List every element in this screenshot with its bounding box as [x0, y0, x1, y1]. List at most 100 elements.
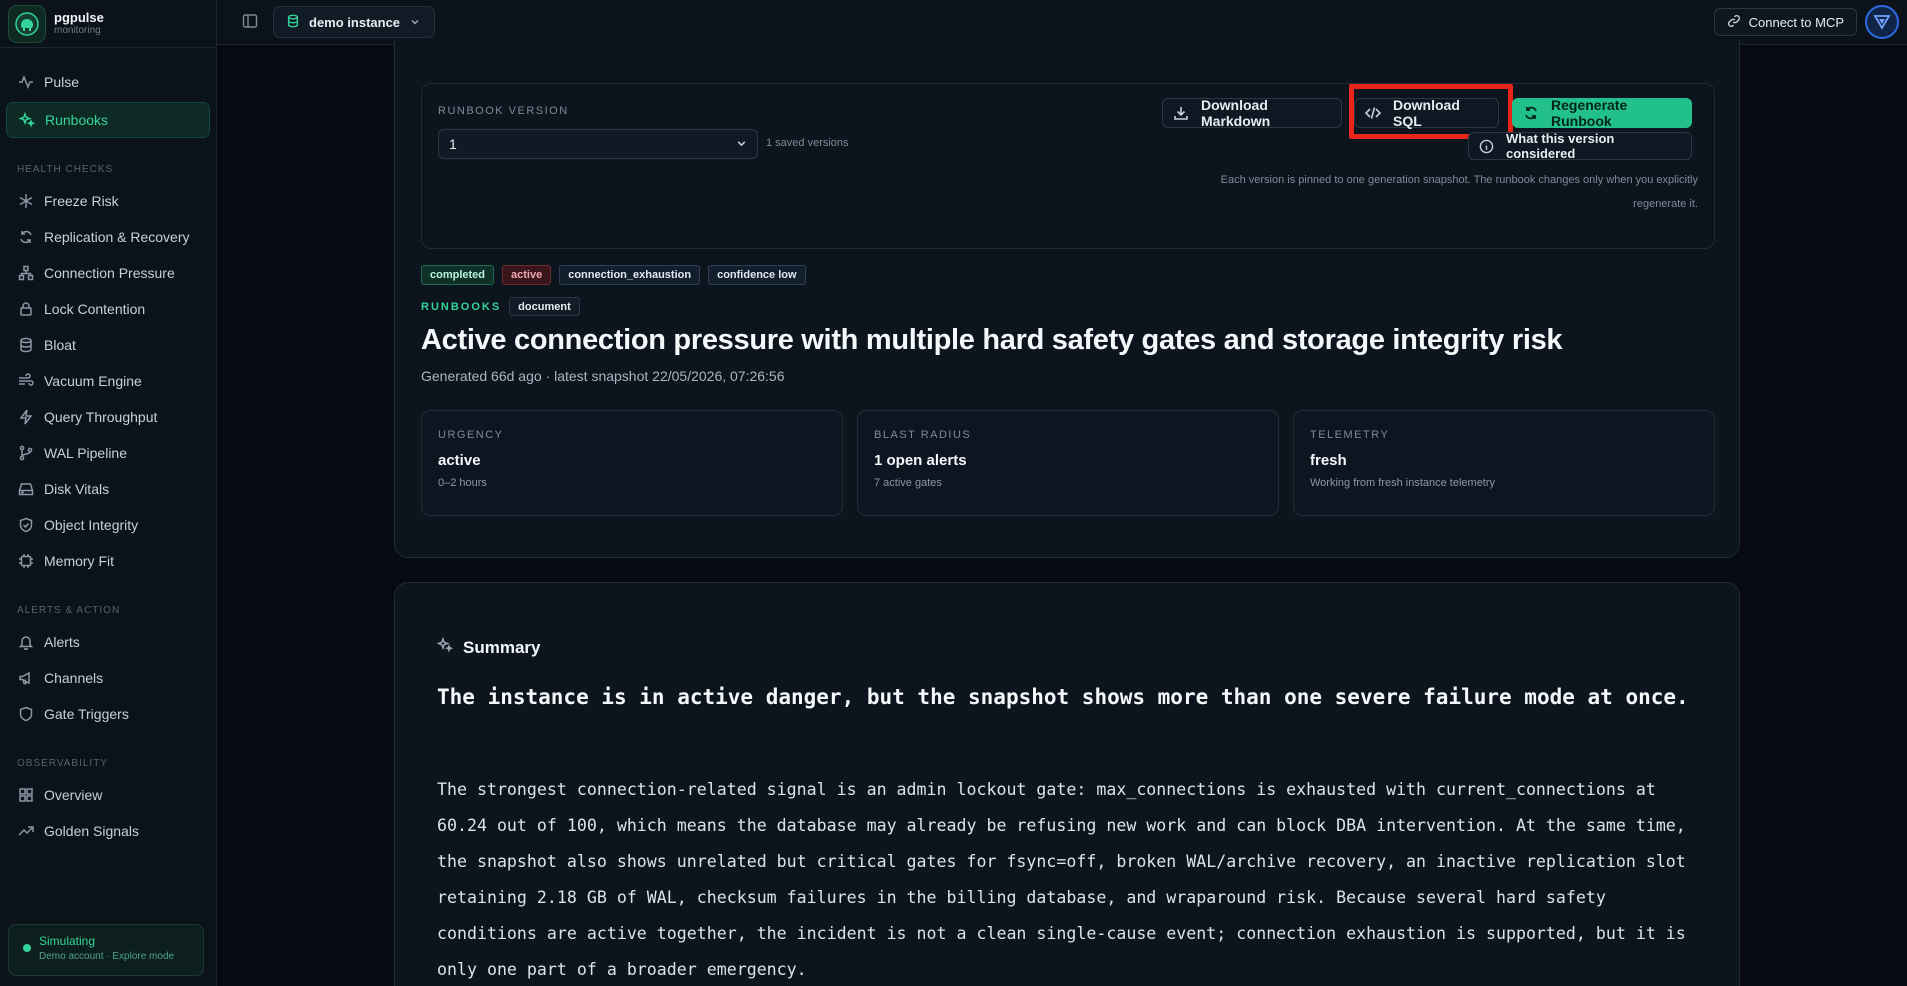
download-sql-highlight [1349, 84, 1513, 139]
simulating-status[interactable]: Simulating Demo account · Explore mode [8, 924, 204, 976]
elephant-logo-icon [8, 4, 46, 43]
sidebar-item-label: Runbooks [45, 112, 109, 128]
sidebar-item-label: Lock Contention [44, 301, 146, 317]
stat-value: fresh [1310, 452, 1347, 469]
sidebar-nav: Pulse Runbooks HEALTH CHECKS Freeze Risk… [0, 48, 216, 849]
sidebar-item-freeze-risk[interactable]: Freeze Risk [6, 183, 210, 219]
breadcrumb-section[interactable]: RUNBOOKS [421, 301, 501, 313]
sidebar-item-pulse[interactable]: Pulse [6, 64, 210, 100]
topbar: demo instance Connect to MCP [217, 0, 1907, 45]
sidebar-toggle-icon[interactable] [242, 13, 258, 29]
sidebar-item-label: Freeze Risk [44, 193, 119, 209]
sidebar-item-label: Overview [44, 787, 103, 803]
network-icon [18, 265, 34, 281]
sidebar-item-runbooks[interactable]: Runbooks [6, 102, 210, 138]
summary-heading: Summary [436, 636, 541, 658]
version-note: Each version is pinned to one generation… [1138, 168, 1698, 216]
summary-body: The strongest connection-related signal … [437, 780, 1686, 979]
breadcrumb: RUNBOOKS document [421, 297, 580, 316]
regenerate-runbook-button[interactable]: Regenerate Runbook [1512, 97, 1692, 129]
brand-subtitle: monitoring [54, 24, 101, 36]
database-icon [18, 337, 34, 353]
regenerate-runbook-label: Regenerate Runbook [1551, 97, 1628, 129]
sidebar-item-label: Disk Vitals [44, 481, 110, 497]
sidebar-item-gate-triggers[interactable]: Gate Triggers [6, 696, 210, 732]
connect-mcp-button[interactable]: Connect to MCP [1713, 8, 1857, 36]
summary-heading-label: Summary [463, 637, 541, 657]
avatar[interactable] [1865, 5, 1899, 39]
cpu-icon [18, 553, 34, 569]
sidebar-item-label: Object Integrity [44, 517, 139, 533]
status-badge-active: active [502, 265, 552, 285]
stat-card-blast-radius: BLAST RADIUS 1 open alerts 7 active gate… [857, 410, 1279, 516]
sidebar-item-connection-pressure[interactable]: Connection Pressure [6, 255, 210, 291]
brand[interactable]: pgpulse monitoring [0, 0, 216, 48]
sidebar-item-memory-fit[interactable]: Memory Fit [6, 543, 210, 579]
lock-icon [18, 301, 34, 317]
connect-mcp-label: Connect to MCP [1748, 14, 1844, 30]
sidebar-item-wal-pipeline[interactable]: WAL Pipeline [6, 435, 210, 471]
status-badge-confidence: confidence low [708, 265, 806, 285]
summary-lead: The instance is in active danger, but th… [437, 685, 1689, 709]
version-note-line-2: regenerate it. [1633, 198, 1698, 210]
version-select-value: 1 [449, 136, 457, 152]
sidebar-item-overview[interactable]: Overview [6, 777, 210, 813]
snowflake-icon [18, 193, 34, 209]
shield-check-icon [18, 517, 34, 533]
status-dot-icon [23, 944, 31, 952]
wind-icon [18, 373, 34, 389]
info-icon [1479, 139, 1494, 154]
sidebar-item-disk-vitals[interactable]: Disk Vitals [6, 471, 210, 507]
stat-value: 1 open alerts [874, 452, 967, 469]
sidebar-item-alerts[interactable]: Alerts [6, 624, 210, 660]
sidebar-item-query-throughput[interactable]: Query Throughput [6, 399, 210, 435]
stat-sub: 7 active gates [874, 477, 942, 489]
refresh-icon [18, 229, 34, 245]
activity-icon [18, 74, 34, 90]
stat-sub: Working from fresh instance telemetry [1310, 477, 1496, 489]
sidebar-item-label: Alerts [44, 634, 80, 650]
brand-name: pgpulse [54, 9, 104, 25]
sparkles-icon [19, 112, 35, 128]
stat-label: BLAST RADIUS [874, 429, 972, 441]
stat-label: TELEMETRY [1310, 429, 1390, 441]
version-considered-label: What this version considered [1506, 131, 1615, 161]
sidebar-item-channels[interactable]: Channels [6, 660, 210, 696]
sidebar-item-label: Gate Triggers [44, 706, 129, 722]
version-note-line-1: Each version is pinned to one generation… [1220, 174, 1698, 186]
runbook-version-label: RUNBOOK VERSION [438, 105, 569, 117]
version-select[interactable]: 1 [438, 129, 758, 159]
sidebar-item-label: Query Throughput [44, 409, 158, 425]
version-considered-button[interactable]: What this version considered [1468, 131, 1692, 161]
sidebar-item-label: Pulse [44, 74, 80, 90]
chevron-down-icon [736, 136, 747, 152]
status-badge-category: connection_exhaustion [559, 265, 701, 285]
page-title: Active connection pressure with multiple… [421, 324, 1563, 356]
trending-up-icon [18, 823, 34, 839]
download-markdown-button[interactable]: Download Markdown [1162, 97, 1342, 129]
sidebar-item-lock-contention[interactable]: Lock Contention [6, 291, 210, 327]
sparkles-icon [436, 636, 454, 658]
sidebar-item-bloat[interactable]: Bloat [6, 327, 210, 363]
sidebar-item-replication[interactable]: Replication & Recovery [6, 219, 210, 255]
shield-icon [18, 706, 34, 722]
database-icon [286, 14, 300, 31]
instance-selector[interactable]: demo instance [273, 6, 436, 38]
sidebar-item-label: Golden Signals [44, 823, 139, 839]
sidebar-item-object-integrity[interactable]: Object Integrity [6, 507, 210, 543]
grid-icon [18, 787, 34, 803]
download-icon [1173, 105, 1189, 121]
stat-value: active [438, 452, 481, 469]
refresh-icon [1523, 105, 1539, 121]
simulating-subtitle: Demo account · Explore mode [39, 951, 175, 962]
git-branch-icon [18, 445, 34, 461]
stat-card-urgency: URGENCY active 0–2 hours [421, 410, 843, 516]
sidebar-item-vacuum-engine[interactable]: Vacuum Engine [6, 363, 210, 399]
sidebar-item-golden-signals[interactable]: Golden Signals [6, 813, 210, 849]
megaphone-icon [18, 670, 34, 686]
stat-card-telemetry: TELEMETRY fresh Working from fresh insta… [1293, 410, 1715, 516]
download-markdown-label: Download Markdown [1201, 97, 1271, 129]
sidebar: pgpulse monitoring Pulse Runbooks HEALTH… [0, 0, 217, 986]
sidebar-item-label: Connection Pressure [44, 265, 175, 281]
link-icon [1727, 14, 1741, 31]
